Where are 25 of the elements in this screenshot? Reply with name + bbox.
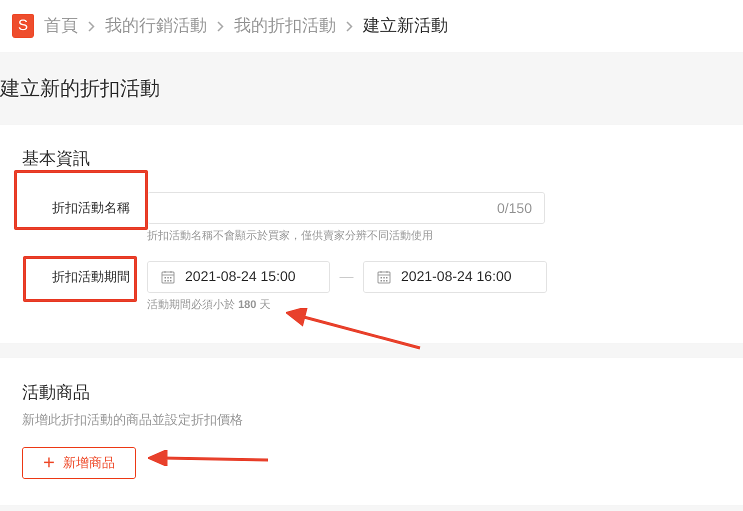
chevron-icon [88, 20, 95, 32]
hint-text: 活動期間必須小於 180 天 [147, 298, 272, 312]
page-title: 建立新的折扣活動 [0, 76, 160, 102]
field-label: 折扣活動名稱 [52, 199, 130, 217]
help-text: 折扣活動名稱不會顯示於買家，僅供賣家分辨不同活動使用 [147, 228, 434, 244]
campaign-name-field[interactable]: 0/150 [147, 192, 545, 224]
plus-icon: + [43, 452, 55, 472]
range-separator: — [338, 267, 354, 286]
add-product-button[interactable]: + 新增商品 [22, 446, 136, 478]
section-subtitle: 新增此折扣活動的商品並設定折扣價格 [22, 411, 244, 429]
logo: S [12, 14, 34, 38]
breadcrumb-item: 建立新活動 [363, 15, 448, 38]
breadcrumb-item[interactable]: 我的行銷活動 [105, 13, 207, 39]
start-date-field[interactable]: 2021-08-24 15:00 [147, 260, 330, 292]
calendar-icon [377, 270, 391, 284]
chevron-icon [346, 20, 353, 32]
breadcrumb-item[interactable]: 我的折扣活動 [234, 13, 336, 39]
section-title: 基本資訊 [22, 148, 91, 170]
section-title: 活動商品 [22, 382, 91, 404]
calendar-icon [161, 270, 175, 284]
character-counter: 0/150 [496, 198, 532, 218]
chevron-icon [217, 20, 224, 32]
field-label: 折扣活動期間 [52, 268, 130, 286]
end-date-field[interactable]: 2021-08-24 16:00 [363, 260, 547, 292]
breadcrumb-item[interactable]: 首頁 [44, 13, 78, 39]
